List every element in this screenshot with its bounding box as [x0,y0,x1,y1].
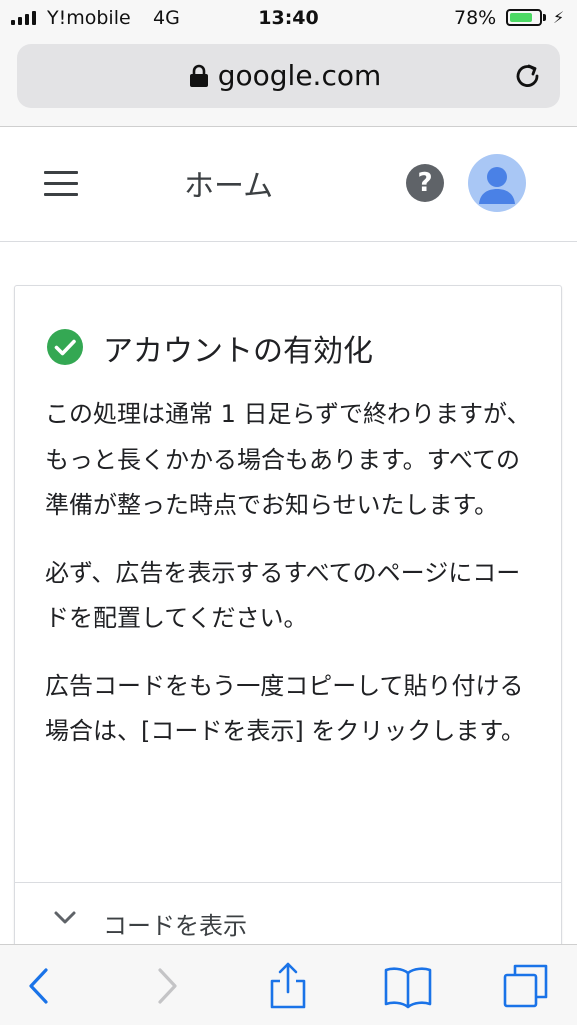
battery-icon [506,9,542,26]
main-content: アカウントの有効化 この処理は通常 1 日足らずで終わりますが、もっと長くかかる… [0,242,577,985]
person-icon [479,167,515,204]
back-icon[interactable] [16,961,64,1011]
bookmarks-icon[interactable] [384,961,432,1011]
page-title: ホーム [184,169,274,204]
address-bar[interactable]: google.com [17,44,560,108]
battery-tip [543,14,546,21]
chevron-down-icon [54,911,76,924]
battery-percent: 78% [454,7,497,29]
browser-toolbar [0,944,577,1025]
card-paragraph: この処理は通常 1 日足らずで終わりますが、もっと長くかかる場合もあります。すべ… [45,400,531,519]
help-icon[interactable]: ? [406,164,444,202]
show-code-label: コードを表示 [103,912,247,940]
share-icon[interactable] [264,961,312,1011]
divider [15,882,561,883]
card-body: この処理は通常 1 日足らずで終わりますが、もっと長くかかる場合もあります。すべ… [45,392,541,777]
card-paragraph: 必ず、広告を表示するすべてのページにコードを配置してください。 [45,558,521,633]
app-header: ホーム ? [0,127,577,242]
forward-icon[interactable] [142,961,190,1011]
avatar[interactable] [468,154,526,212]
card-title: アカウントの有効化 [103,334,373,369]
charging-bolt-icon: ⚡ [553,8,565,27]
tabs-icon[interactable] [502,961,550,1011]
battery-fill [510,13,532,22]
check-circle-icon [47,329,83,365]
url-text[interactable]: google.com [17,44,560,108]
hamburger-menu-icon[interactable] [44,171,78,197]
reload-icon[interactable] [513,61,543,91]
card-paragraph: 広告コードをもう一度コピーして貼り付ける場合は、[コードを表示] をクリックしま… [45,671,525,746]
browser-address-area: google.com [0,36,577,127]
account-activation-card: アカウントの有効化 この処理は通常 1 日足らずで終わりますが、もっと長くかかる… [14,285,562,985]
status-bar: Y!mobile 4G 13:40 78% ⚡ [0,0,577,36]
